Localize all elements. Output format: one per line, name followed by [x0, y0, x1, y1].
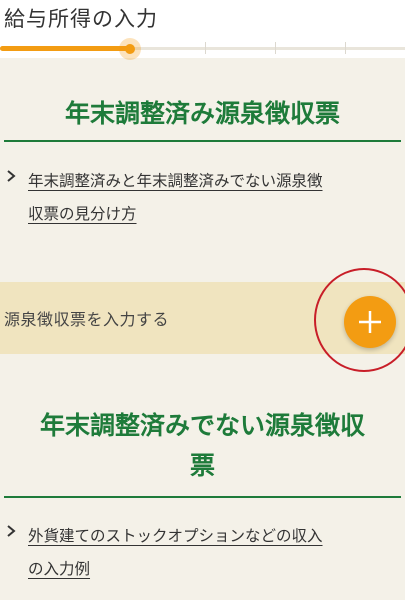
- progress-step-divider: [275, 42, 276, 54]
- progress-fill: [0, 46, 130, 51]
- link-foreign-currency-stock-option-example[interactable]: 外貨建てのストックオプションなどの収入 の入力例: [0, 520, 405, 586]
- section-heading-adjusted: 年末調整済み源泉徴収票: [4, 92, 401, 142]
- link-text-line1: 外貨建てのストックオプションなどの収入: [28, 527, 323, 545]
- section-heading-text-line1: 年末調整済みでない源泉徴収: [39, 411, 365, 440]
- progress-step-divider: [205, 42, 206, 54]
- link-distinguish-withholding-slips[interactable]: 年末調整済みと年末調整済みでない源泉徴 収票の見分け方: [0, 165, 405, 231]
- plus-icon: [359, 311, 381, 333]
- page-title: 給与所得の入力: [4, 7, 158, 31]
- chevron-right-icon: [7, 170, 16, 182]
- progress-bar: [0, 38, 405, 60]
- section-heading-text: 年末調整済み源泉徴収票: [64, 99, 340, 128]
- add-withholding-slip-button[interactable]: [344, 296, 396, 348]
- link-text-line2: の入力例: [28, 560, 91, 578]
- header: 給与所得の入力: [0, 0, 405, 40]
- chevron-right-icon: [7, 525, 16, 537]
- section-heading-not-adjusted: 年末調整済みでない源泉徴収 票: [4, 404, 401, 498]
- link-text-line1: 年末調整済みと年末調整済みでない源泉徴: [28, 172, 323, 190]
- progress-step-divider: [345, 42, 346, 54]
- progress-handle: [125, 44, 135, 54]
- add-withholding-slip-label: 源泉徴収票を入力する: [4, 310, 170, 329]
- link-text-line2: 収票の見分け方: [28, 205, 137, 223]
- section-heading-text-line2: 票: [189, 451, 215, 480]
